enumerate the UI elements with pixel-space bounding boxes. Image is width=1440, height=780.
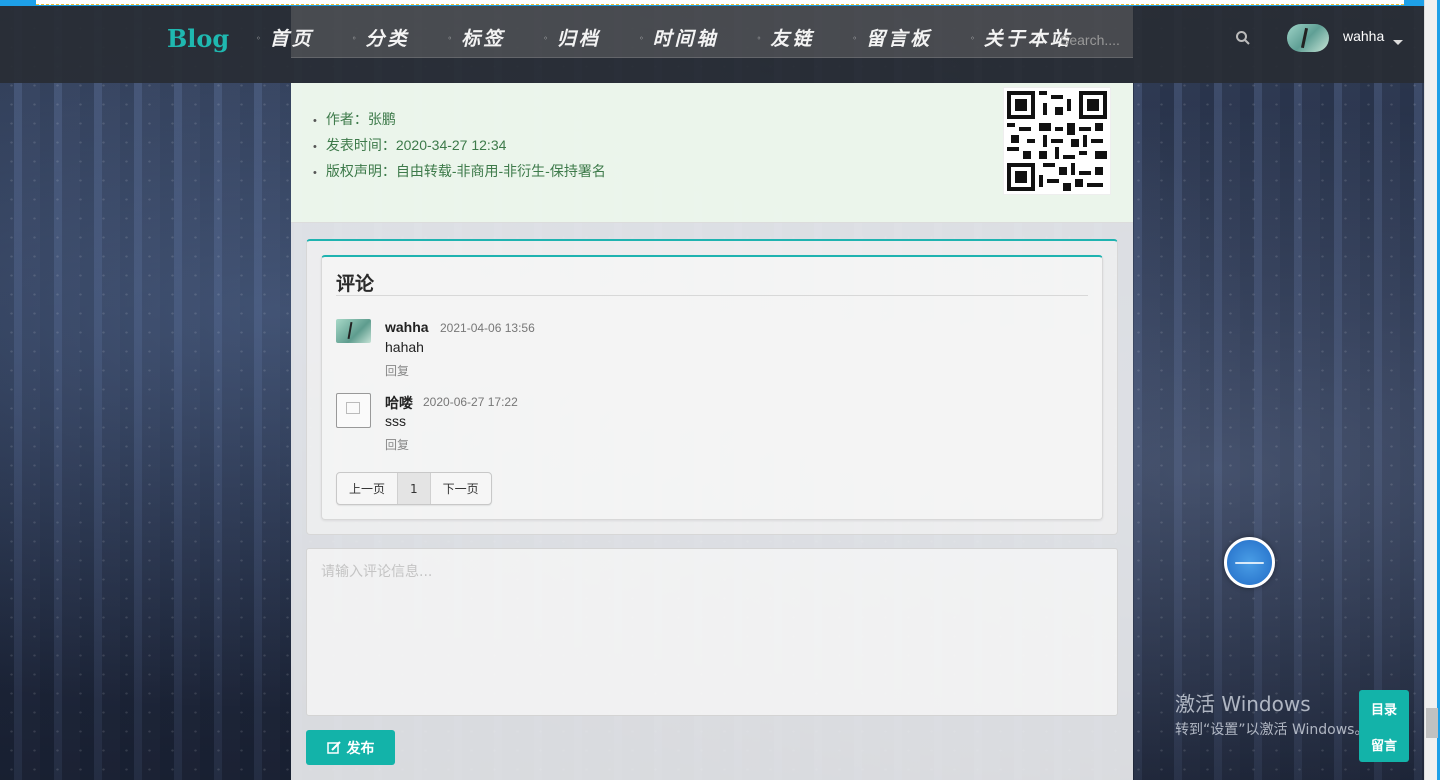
nav-item-label: 归档 [556, 28, 601, 50]
side-float-buttons: 目录 留言 [1359, 690, 1409, 762]
comment-textarea[interactable] [306, 548, 1118, 716]
reply-link[interactable]: 回复 [385, 436, 409, 453]
prev-page-button[interactable]: 上一页 [337, 473, 399, 504]
brand-logo[interactable]: Blog [167, 24, 229, 53]
post-publish-time: 发表时间：2020-34-27 12:34 [313, 133, 606, 159]
comments-title: 评论 [336, 273, 375, 295]
qr-code-icon [1003, 87, 1111, 195]
comment-avatar [336, 319, 371, 343]
user-avatar[interactable] [1287, 24, 1329, 52]
message-button[interactable]: 留言 [1371, 735, 1397, 754]
comments-card: 评论 wahha 2021-04-06 13:56 hahah 回复 哈喽 20… [321, 255, 1103, 520]
navbar: Blog ◦ 首页 ◦ 分类 ◦ 标签 ◦ 归档 ◦ 时间轴 ◦ 友链 ◦ 留言板 ◦ 关于本站… [0, 6, 1424, 83]
content-panel: 作者：张鹏 发表时间：2020-34-27 12:34 版权声明：自由转载-非商… [291, 83, 1133, 780]
publish-button-label: 发布 [346, 740, 375, 757]
search-input[interactable] [1060, 28, 1170, 52]
post-license: 版权声明：自由转载-非商用-非衍生-保持署名 [313, 159, 606, 185]
nav-item-label: 友链 [770, 28, 815, 50]
comment-pagination: 上一页 1 下一页 [336, 472, 492, 505]
nav-item-label: 关于本站 [983, 28, 1072, 50]
archive-icon: ◦ [543, 32, 551, 43]
info-icon: ◦ [970, 32, 978, 43]
nav-item-guestbook[interactable]: ◦ 留言板 [852, 24, 932, 51]
divider [336, 295, 1088, 296]
chevron-down-icon[interactable] [1393, 40, 1403, 45]
reply-link[interactable]: 回复 [385, 362, 409, 379]
nav-item-timeline[interactable]: ◦ 时间轴 [639, 24, 719, 51]
comment-author: 哈喽 [385, 395, 413, 411]
post-info: 作者：张鹏 发表时间：2020-34-27 12:34 版权声明：自由转载-非商… [291, 83, 1133, 223]
nav-item-label: 留言板 [866, 28, 933, 50]
nav-item-label: 分类 [365, 28, 410, 50]
category-icon: ◦ [351, 32, 360, 43]
home-icon: ◦ [256, 32, 264, 43]
watermark-line1: 激活 Windows [1175, 692, 1311, 716]
scrollbar-thumb[interactable] [1426, 708, 1438, 738]
comment-text: hahah [385, 339, 424, 355]
search-icon[interactable] [1235, 30, 1251, 46]
comments-section: 评论 wahha 2021-04-06 13:56 hahah 回复 哈喽 20… [306, 239, 1118, 535]
nav-item-label: 首页 [269, 28, 314, 50]
comment-time: 2020-06-27 17:22 [423, 395, 518, 409]
nav-item-label: 时间轴 [652, 28, 719, 50]
nav-item-about[interactable]: ◦ 关于本站 [970, 24, 1072, 51]
publish-button[interactable]: 发布 [306, 730, 395, 765]
scrollbar[interactable] [1424, 0, 1440, 780]
nav-item-label: 标签 [461, 28, 506, 50]
comment-text: sss [385, 413, 406, 429]
nav-item-archive[interactable]: ◦ 归档 [543, 24, 601, 51]
watermark-line2: 转到“设置”以激活 Windows。 [1175, 722, 1369, 738]
nav-item-links[interactable]: ◦ 友链 [757, 24, 815, 51]
nav-item-home[interactable]: ◦ 首页 [256, 24, 314, 51]
message-icon: ◦ [852, 32, 861, 43]
floating-clock-widget[interactable] [1224, 537, 1275, 588]
page-number-current[interactable]: 1 [398, 473, 431, 504]
windows-activation-watermark: 激活 Windows 转到“设置”以激活 Windows。 [1175, 688, 1368, 739]
tag-icon: ◦ [447, 32, 456, 43]
user-name[interactable]: wahha [1343, 28, 1384, 44]
link-icon: ◦ [756, 32, 765, 43]
nav-item-tags[interactable]: ◦ 标签 [447, 24, 505, 51]
nav-item-category[interactable]: ◦ 分类 [352, 24, 410, 51]
post-meta-list: 作者：张鹏 发表时间：2020-34-27 12:34 版权声明：自由转载-非商… [313, 107, 606, 185]
comment-author: wahha [385, 319, 429, 335]
post-author: 作者：张鹏 [313, 107, 606, 133]
clock-icon: ◦ [638, 32, 647, 43]
toc-button[interactable]: 目录 [1371, 699, 1397, 718]
next-page-button[interactable]: 下一页 [431, 473, 491, 504]
edit-icon [326, 740, 341, 754]
broken-image-icon [336, 393, 371, 428]
comment-time: 2021-04-06 13:56 [440, 321, 535, 335]
nav-menu: ◦ 首页 ◦ 分类 ◦ 标签 ◦ 归档 ◦ 时间轴 ◦ 友链 ◦ 留言板 ◦ 关于本站 [256, 24, 1110, 51]
